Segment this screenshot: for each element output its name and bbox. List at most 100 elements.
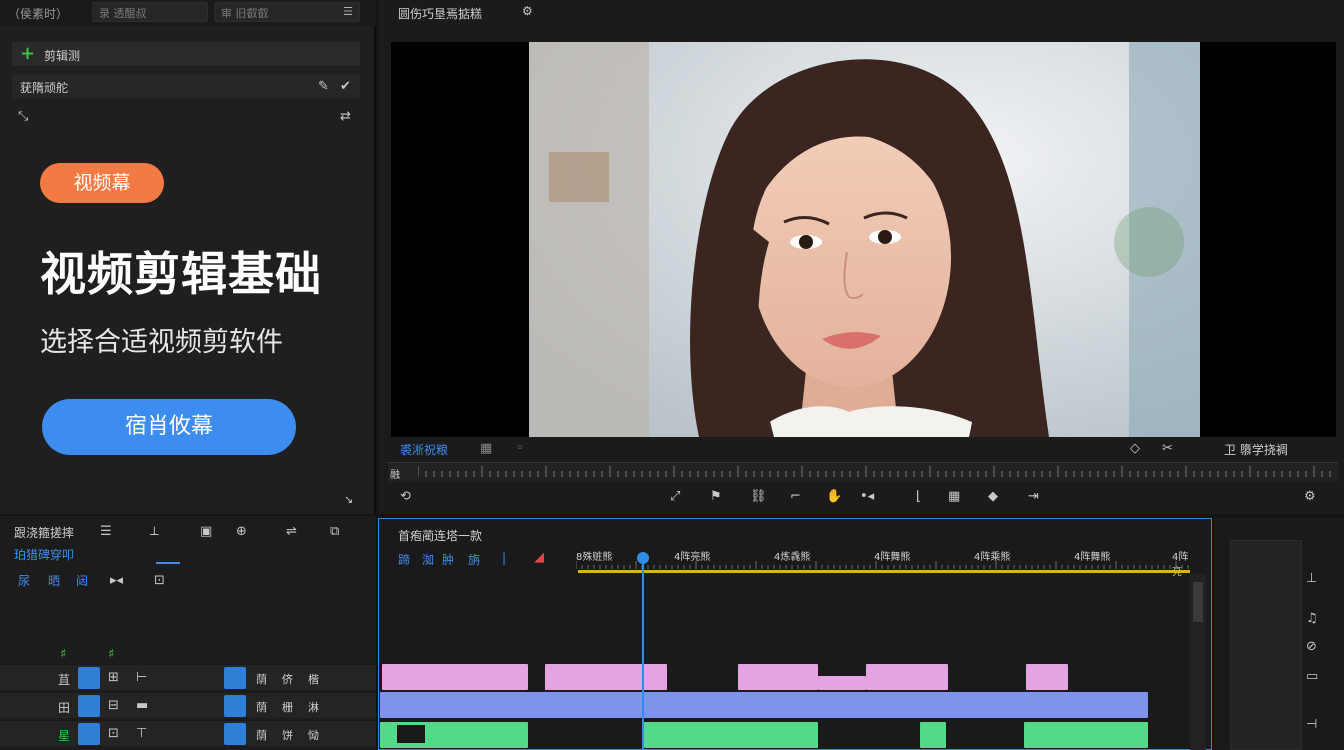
- loop-icon[interactable]: ⟲: [400, 490, 411, 503]
- panel-icon-4[interactable]: ⊕: [236, 525, 247, 538]
- cursor-tool-icon[interactable]: |: [502, 551, 506, 565]
- grid-view-icon[interactable]: ▦: [948, 490, 960, 503]
- selected-row[interactable]: 莸隋顽舵 ✎ ✔: [12, 74, 360, 98]
- timeline-scrollbar[interactable]: [1190, 574, 1206, 750]
- tab-icon-1[interactable]: ▸◂: [110, 574, 123, 587]
- track-toggle-button[interactable]: [78, 723, 100, 745]
- media-panel: （侯素时） 录 透醌叔 审 旧叡叡 ☰ + 剪辑测 莸隋顽舵 ✎ ✔ ⤡ ⇄ 视频…: [0, 0, 376, 514]
- cta-button[interactable]: 宿肖攸幕: [42, 399, 296, 455]
- rail-icon-4[interactable]: ▭: [1306, 670, 1318, 683]
- pink-clip[interactable]: [866, 664, 948, 690]
- green-clip[interactable]: [920, 722, 946, 748]
- tab-2[interactable]: 晒: [48, 572, 60, 589]
- viewer-scrubber[interactable]: 融: [388, 462, 1338, 482]
- media-panel-topbar: （侯素时） 录 透醌叔 审 旧叡叡 ☰: [0, 0, 376, 26]
- marker-icon[interactable]: ◇: [1130, 442, 1140, 455]
- timeline-tool-1[interactable]: 蹄: [398, 551, 410, 568]
- grid-icon[interactable]: ▦: [480, 442, 492, 455]
- timeline-ruler[interactable]: 8殊赃熊 4阵亮熊 4炼毳熊 4阵舞熊 4阵乘熊 4阵舞熊 4阵亮: [576, 548, 1190, 578]
- collapse-icon[interactable]: ⤡: [18, 110, 28, 123]
- timeline-title: 首疱蔺连塔一款: [398, 529, 483, 543]
- track-icon-b[interactable]: ⊢: [136, 671, 147, 684]
- work-area-bar[interactable]: [578, 570, 1190, 573]
- track-fx-button[interactable]: [224, 695, 246, 717]
- camera-icon[interactable]: ◆: [988, 490, 998, 503]
- playhead-line[interactable]: [642, 556, 644, 750]
- video-editor-app: （侯素时） 录 透醌叔 审 旧叡叡 ☰ + 剪辑测 莸隋顽舵 ✎ ✔ ⤡ ⇄ 视频…: [0, 0, 1344, 750]
- rail-icon-1[interactable]: ⊥: [1306, 572, 1317, 585]
- track-toggle-button[interactable]: [78, 667, 100, 689]
- tab-3[interactable]: 闼: [76, 572, 88, 589]
- panel-icon-5[interactable]: ⇌: [286, 525, 297, 538]
- timeline-tool-2[interactable]: 洳: [422, 551, 434, 568]
- dot-icon[interactable]: ◦: [516, 442, 524, 455]
- pink-clip[interactable]: [545, 664, 667, 690]
- panel-icon-2[interactable]: ⟂: [150, 525, 159, 538]
- track-icon-a[interactable]: ⊡: [108, 727, 119, 740]
- track-toggle-button[interactable]: [78, 695, 100, 717]
- wrench-icon[interactable]: ⚙: [1304, 490, 1316, 503]
- rail-icon-3[interactable]: ⊘: [1306, 640, 1317, 653]
- tag-icon[interactable]: ✂: [1162, 442, 1173, 455]
- viewer-mode-label[interactable]: 裘淅祝粮: [400, 441, 448, 458]
- lock-icon-2[interactable]: ♯: [108, 648, 114, 661]
- track-right-label-1: 荫: [256, 729, 267, 742]
- green-clip[interactable]: [644, 722, 818, 748]
- corner-arrow-icon[interactable]: ↘: [344, 494, 353, 505]
- panel-icon-3[interactable]: ▣: [200, 525, 212, 538]
- pink-clip[interactable]: [382, 664, 528, 690]
- track-fx-button[interactable]: [224, 667, 246, 689]
- search-field-2[interactable]: 审 旧叡叡 ☰: [214, 2, 360, 22]
- track-icon-a[interactable]: ⊞: [108, 671, 119, 684]
- track-row[interactable]: 苴 ⊞ ⊢ 荫 侪 楷: [0, 664, 376, 690]
- track-icon-b[interactable]: ▬: [136, 699, 148, 712]
- swap-icon[interactable]: ⇄: [340, 110, 351, 123]
- mark-in-icon[interactable]: ⤢: [670, 490, 680, 503]
- step-icon[interactable]: •◂: [860, 490, 874, 503]
- green-clip[interactable]: [1024, 722, 1148, 748]
- track-icon-a[interactable]: ⊟: [108, 699, 119, 712]
- video-preview-image: [529, 42, 1200, 437]
- flag-icon[interactable]: ⚑: [710, 490, 722, 503]
- track-right-label-2: 侪: [282, 673, 293, 686]
- track-right-label-2: 栅: [282, 701, 293, 714]
- panel-icon-6[interactable]: ⧉: [330, 525, 339, 538]
- track-label: 星: [58, 729, 71, 743]
- timeline-tool-4[interactable]: 旃: [468, 551, 480, 568]
- trim-icon[interactable]: ⌊: [916, 490, 921, 503]
- rail-icon-5[interactable]: ⊣: [1306, 718, 1317, 731]
- check-icon[interactable]: ✔: [340, 80, 351, 93]
- track-row[interactable]: 田 ⊟ ▬ 荫 栅 淋: [0, 692, 376, 718]
- add-media-row[interactable]: + 剪辑测: [12, 42, 360, 66]
- export-arrow-icon[interactable]: ⇥: [1028, 490, 1039, 503]
- portrait-illustration: [529, 42, 1200, 437]
- pencil-icon[interactable]: ✎: [318, 80, 329, 93]
- hand-icon[interactable]: ✋: [826, 490, 842, 503]
- crop-icon[interactable]: ⌐: [790, 490, 801, 503]
- track-fx-button[interactable]: [224, 723, 246, 745]
- viewer-title: 圆伤巧垦焉掂糕: [398, 7, 483, 21]
- tab-1[interactable]: 尿: [18, 572, 30, 589]
- scrollbar-thumb[interactable]: [1193, 582, 1203, 622]
- timeline-tool-3[interactable]: 肿: [442, 551, 454, 568]
- category-badge: 视频幕: [40, 163, 164, 203]
- playhead-handle[interactable]: [637, 552, 649, 564]
- pink-clip[interactable]: [818, 676, 866, 690]
- pink-clip[interactable]: [738, 664, 818, 690]
- track-icon-b[interactable]: ⊤: [136, 727, 147, 740]
- tab-underline: [156, 562, 180, 564]
- ruler-ticks: [576, 561, 1189, 569]
- pink-clip[interactable]: [1026, 664, 1068, 690]
- track-row[interactable]: 星 ⊡ ⊤ 荫 饼 恸: [0, 720, 376, 746]
- tab-icon-2[interactable]: ⊡: [154, 574, 165, 587]
- link-icon[interactable]: ⛓: [750, 490, 767, 503]
- razor-tool-icon[interactable]: ◢: [534, 550, 544, 565]
- panel-tab-title[interactable]: （侯素时）: [8, 5, 68, 22]
- search-field-1-label: 录 透醌叔: [99, 7, 147, 20]
- panel-icon-1[interactable]: ☰: [100, 525, 112, 538]
- rail-icon-2[interactable]: ♫: [1306, 612, 1318, 625]
- settings-icon[interactable]: ⚙: [522, 5, 533, 17]
- lock-icon-1[interactable]: ♯: [60, 648, 66, 661]
- blue-clip[interactable]: [380, 692, 1148, 718]
- search-field-1[interactable]: 录 透醌叔: [92, 2, 208, 22]
